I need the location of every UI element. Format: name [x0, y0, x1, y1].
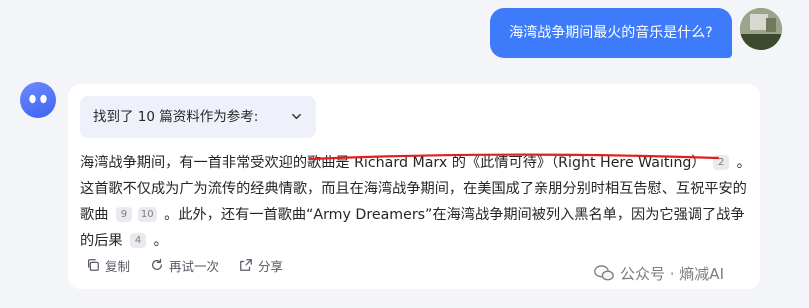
share-label: 分享 — [258, 258, 284, 274]
user-message-bubble: 海湾战争期间最火的音乐是什么? — [490, 8, 732, 58]
message-actions: 复制 再试一次 分享 — [86, 255, 283, 275]
user-message-text: 海湾战争期间最火的音乐是什么? — [509, 25, 713, 41]
assistant-avatar — [20, 82, 56, 118]
answer-text: 海湾战争期间，有一首非常受欢迎的歌曲是 Richard Marx 的《此情可待》… — [80, 150, 754, 254]
references-label: 找到了 10 篇资料作为参考: — [93, 109, 259, 125]
chevron-down-icon — [292, 113, 301, 120]
answer-segment-1: 海湾战争期间，有一首非常受欢迎的歌曲是 Richard Marx 的《此情可待》… — [80, 155, 706, 171]
citation-badge[interactable]: 10 — [137, 207, 157, 222]
regenerate-button[interactable]: 再试一次 — [150, 255, 219, 275]
copy-label: 复制 — [105, 258, 131, 274]
copy-button[interactable]: 复制 — [86, 255, 130, 275]
regenerate-label: 再试一次 — [169, 258, 220, 274]
wechat-icon — [594, 265, 614, 281]
user-avatar-image — [740, 8, 782, 50]
refresh-icon — [152, 258, 163, 270]
copy-icon — [88, 259, 99, 271]
citation-badge[interactable]: 9 — [115, 207, 132, 222]
share-icon — [240, 259, 252, 271]
assistant-message-card: 找到了 10 篇资料作为参考: 海湾战争期间，有一首非常受欢迎的歌曲是 Rich… — [68, 84, 760, 289]
watermark: 公众号 · 熵减AI — [594, 262, 724, 284]
robot-face-icon — [29, 94, 47, 104]
answer-segment-4: 。 — [153, 233, 168, 249]
user-avatar[interactable] — [740, 8, 782, 50]
references-toggle[interactable]: 找到了 10 篇资料作为参考: — [80, 96, 316, 138]
answer-segment-3: 。此外，还有一首歌曲“Army Dreamers”在海湾战争期间被列入黑名单，因… — [80, 207, 745, 249]
watermark-text: 公众号 · 熵减AI — [620, 264, 724, 283]
citation-badge[interactable]: 4 — [130, 233, 147, 248]
citation-badge[interactable]: 2 — [713, 155, 730, 170]
share-button[interactable]: 分享 — [239, 255, 283, 275]
